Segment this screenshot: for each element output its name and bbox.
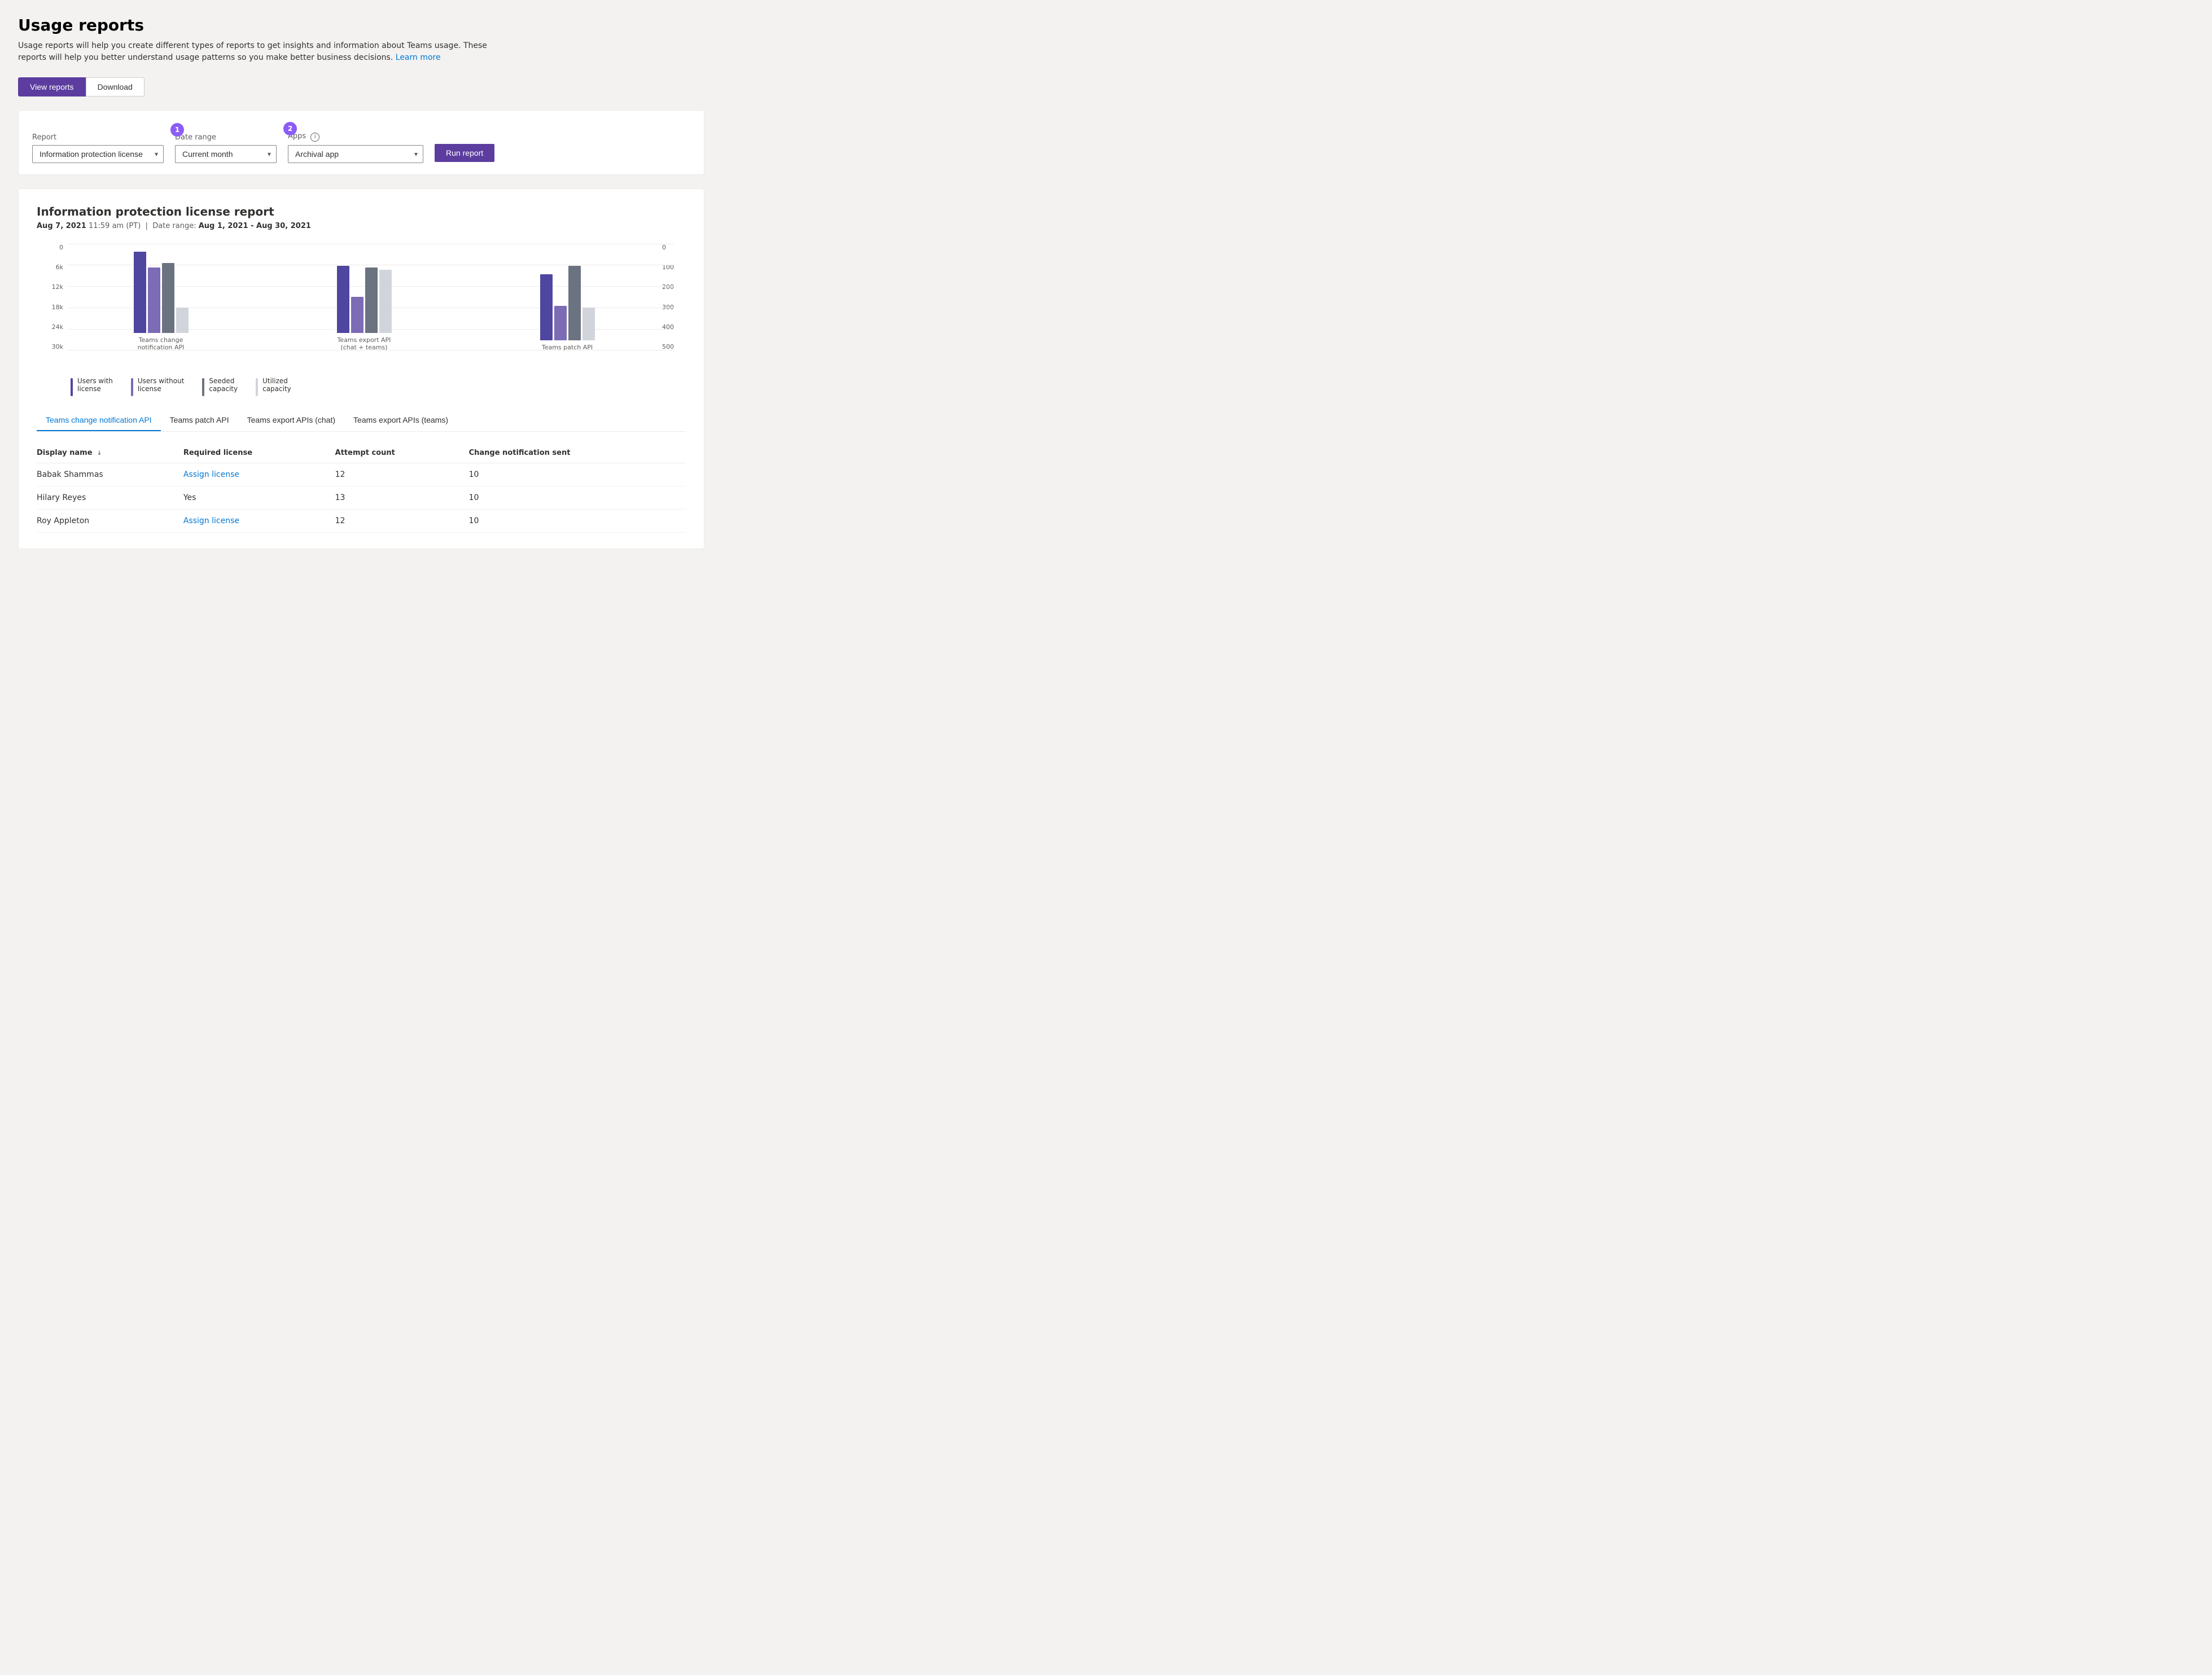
page-title: Usage reports	[18, 16, 704, 34]
data-tab-change-notification[interactable]: Teams change notification API	[37, 410, 161, 431]
data-tabs-row: Teams change notification API Teams patc…	[37, 410, 686, 432]
col-attempt-count: Attempt count	[335, 443, 469, 463]
tab-download[interactable]: Download	[86, 77, 144, 97]
date-label: Date range	[175, 133, 277, 142]
y-axis-left: 30k 24k 18k 12k 6k 0	[37, 244, 68, 351]
bar-3-purple	[554, 306, 567, 340]
col-required-license: Required license	[183, 443, 335, 463]
cell-name-1: Babak Shammas	[37, 463, 183, 486]
report-meta: Aug 7, 2021 11:59 am (PT) | Date range: …	[37, 222, 686, 230]
y-axis-right: 500 400 300 200 100 0	[658, 244, 686, 351]
bar-2-lightgray	[379, 270, 392, 333]
cell-name-3: Roy Appleton	[37, 509, 183, 532]
bar-1-purple	[148, 268, 160, 332]
run-report-button[interactable]: Run report	[435, 144, 494, 162]
report-card: Information protection license report Au…	[18, 188, 704, 549]
apps-filter-group: 2 Apps i Archival app ▾	[288, 132, 423, 163]
chart-legend: Users withlicense Users withoutlicense S…	[37, 377, 686, 396]
cell-attempts-1: 12	[335, 463, 469, 486]
bar-3-gray	[568, 266, 581, 340]
data-tab-patch-api[interactable]: Teams patch API	[161, 410, 238, 431]
cell-name-2: Hilary Reyes	[37, 486, 183, 509]
bar-1-lightgray	[176, 308, 189, 333]
assign-license-link-1[interactable]: Assign license	[183, 470, 239, 479]
cell-license-3: Assign license	[183, 509, 335, 532]
table-row: Babak Shammas Assign license 12 10	[37, 463, 686, 486]
cell-notification-2: 10	[469, 486, 686, 509]
learn-more-link[interactable]: Learn more	[396, 53, 441, 62]
step-2-badge: 2	[283, 122, 297, 135]
col-display-name: Display name ↓	[37, 443, 183, 463]
date-select-wrapper: Current month ▾	[175, 145, 277, 163]
cell-license-2: Yes	[183, 486, 335, 509]
tab-view-reports[interactable]: View reports	[18, 77, 86, 97]
page-description: Usage reports will help you create diffe…	[18, 40, 503, 64]
chart-group-1: Teams change notification API	[71, 243, 251, 351]
group-label-3: Teams patch API	[542, 344, 593, 351]
report-select[interactable]: Information protection license	[32, 145, 164, 163]
cell-notification-3: 10	[469, 509, 686, 532]
table-header-row: Display name ↓ Required license Attempt …	[37, 443, 686, 463]
apps-label: Apps i	[288, 132, 423, 142]
chart-inner: 30k 24k 18k 12k 6k 0 500 400 300 200 100…	[37, 244, 686, 368]
legend-users-with-license: Users withlicense	[71, 377, 113, 396]
apps-select-wrapper: Archival app ▾	[288, 145, 423, 163]
legend-color-gray	[202, 378, 204, 396]
legend-users-without-license: Users withoutlicense	[131, 377, 185, 396]
bar-2-purple	[351, 297, 363, 333]
data-tab-export-teams[interactable]: Teams export APIs (teams)	[344, 410, 457, 431]
assign-license-link-3[interactable]: Assign license	[183, 516, 239, 525]
bar-2-blue	[337, 266, 349, 332]
legend-utilized-capacity: Utilizedcapacity	[256, 377, 291, 396]
bar-3-blue	[540, 274, 553, 340]
table-row: Roy Appleton Assign license 12 10	[37, 509, 686, 532]
chart-group-2: Teams export API(chat + teams)	[274, 243, 454, 351]
bar-2-gray	[365, 268, 378, 332]
filter-row: Report Information protection license ▾ …	[18, 110, 704, 175]
chart-group-3: Teams patch API	[477, 250, 658, 351]
legend-color-blue	[71, 378, 73, 396]
chart-container: 30k 24k 18k 12k 6k 0 500 400 300 200 100…	[37, 244, 686, 368]
page-container: Usage reports Usage reports will help yo…	[0, 0, 722, 565]
table-body: Babak Shammas Assign license 12 10 Hilar…	[37, 463, 686, 532]
data-table: Display name ↓ Required license Attempt …	[37, 443, 686, 533]
cell-notification-1: 10	[469, 463, 686, 486]
report-card-title: Information protection license report	[37, 205, 686, 218]
apps-select[interactable]: Archival app	[288, 145, 423, 163]
step-1-badge: 1	[170, 123, 184, 137]
legend-color-lightgray	[256, 378, 258, 396]
bars-group-3	[540, 250, 595, 340]
bars-group-2	[337, 243, 392, 333]
bar-3-lightgray	[582, 308, 595, 340]
report-select-wrapper: Information protection license ▾	[32, 145, 164, 163]
group-label-1: Teams change notification API	[127, 336, 195, 351]
bar-1-gray	[162, 263, 174, 332]
table-row: Hilary Reyes Yes 13 10	[37, 486, 686, 509]
data-tab-export-chat[interactable]: Teams export APIs (chat)	[238, 410, 344, 431]
legend-seeded-capacity: Seededcapacity	[202, 377, 238, 396]
bars-area: Teams change notification API Teams expo…	[71, 244, 658, 368]
cell-attempts-3: 12	[335, 509, 469, 532]
main-tabs: View reports Download	[18, 77, 704, 97]
apps-info-icon: i	[310, 133, 319, 142]
legend-color-purple	[131, 378, 133, 396]
group-label-2: Teams export API(chat + teams)	[338, 336, 391, 351]
cell-attempts-2: 13	[335, 486, 469, 509]
report-label: Report	[32, 133, 164, 142]
sort-icon-display-name[interactable]: ↓	[97, 450, 102, 457]
date-select[interactable]: Current month	[175, 145, 277, 163]
date-filter-group: 1 Date range Current month ▾	[175, 133, 277, 163]
report-filter-group: Report Information protection license ▾	[32, 133, 164, 163]
bars-group-1	[134, 243, 189, 333]
bar-1-blue	[134, 252, 146, 333]
col-change-notification: Change notification sent	[469, 443, 686, 463]
cell-license-1: Assign license	[183, 463, 335, 486]
